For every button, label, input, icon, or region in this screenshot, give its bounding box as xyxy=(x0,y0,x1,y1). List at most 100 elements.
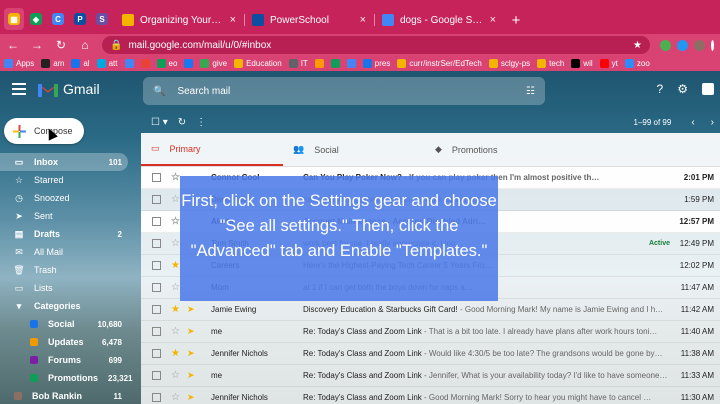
email-row[interactable]: ☆ ➤ Jennifer Nichols Re: Today's Class and … xyxy=(141,387,720,404)
bookmark-item[interactable] xyxy=(330,59,340,68)
pinned-tab[interactable]: ◈ xyxy=(26,8,46,30)
bookmark-item[interactable]: give xyxy=(200,59,227,68)
important-marker-icon[interactable]: ➤ xyxy=(187,304,197,315)
bookmark-item[interactable]: al xyxy=(71,59,90,68)
bookmark-item[interactable] xyxy=(184,59,194,68)
settings-gear-icon[interactable]: ⚙ xyxy=(677,82,688,96)
row-checkbox[interactable] xyxy=(152,173,161,182)
star-icon[interactable]: ☆ xyxy=(171,392,181,403)
bookmark-item[interactable]: wil xyxy=(571,59,593,68)
bookmark-item[interactable]: eo xyxy=(156,59,177,68)
browser-tab[interactable]: Organizing Your Google Life - Go × xyxy=(114,6,244,34)
star-icon[interactable]: ☆ xyxy=(171,370,181,381)
sidebar-item-promotions[interactable]: Promotions 23,321 xyxy=(0,369,132,387)
pinned-tab[interactable]: P xyxy=(70,8,90,30)
bookmark-item[interactable]: att xyxy=(96,59,118,68)
bookmark-item[interactable]: yt xyxy=(599,59,618,68)
tab-promotions[interactable]: ◆ Promotions xyxy=(425,133,567,166)
bookmark-item[interactable]: am xyxy=(41,59,64,68)
gmail-logo[interactable]: Gmail xyxy=(38,81,100,97)
help-icon[interactable]: ? xyxy=(657,82,664,96)
sidebar-item-forums[interactable]: Forums 699 xyxy=(0,351,128,369)
row-checkbox[interactable] xyxy=(152,327,161,336)
row-checkbox[interactable] xyxy=(152,371,161,380)
email-row[interactable]: ★ ➤ Jennifer Nichols Re: Today's Class and … xyxy=(141,343,720,365)
sidebar-item-bob-rankin[interactable]: Bob Rankin 11 xyxy=(0,387,128,404)
extension-icon[interactable] xyxy=(660,39,671,51)
main-menu-icon[interactable] xyxy=(12,83,26,95)
avatar[interactable] xyxy=(694,39,705,51)
sidebar-item-lists[interactable]: ▭ Lists xyxy=(0,279,128,297)
refresh-icon[interactable]: ↻ xyxy=(178,117,186,128)
bookmark-item[interactable]: sclgy-ps xyxy=(488,59,530,68)
back-icon[interactable]: ← xyxy=(6,38,20,52)
browser-tab[interactable]: dogs - Google Search × xyxy=(374,6,504,34)
email-row[interactable]: ☆ ➤ me Re: Today's Class and Zoom Link - Th… xyxy=(141,321,720,343)
row-checkbox[interactable] xyxy=(152,349,161,358)
bookmark-item[interactable] xyxy=(124,59,134,68)
star-icon[interactable]: ★ xyxy=(171,304,181,315)
star-icon[interactable]: ★ xyxy=(171,348,181,359)
pinned-tab[interactable]: C xyxy=(48,8,68,30)
sidebar-item-drafts[interactable]: ▤ Drafts 2 xyxy=(0,225,128,243)
important-marker-icon[interactable]: ➤ xyxy=(187,392,197,403)
new-tab-button[interactable]: + xyxy=(504,6,528,34)
address-bar[interactable]: 🔒 mail.google.com/mail/u/0/#inbox ★ xyxy=(102,36,650,54)
bookmark-item[interactable]: tech xyxy=(537,59,564,68)
row-checkbox[interactable] xyxy=(152,305,161,314)
prev-page-icon[interactable]: ‹ xyxy=(691,117,694,128)
tab-social[interactable]: 👥 Social xyxy=(283,133,425,166)
bookmark-item[interactable] xyxy=(346,59,356,68)
sidebar-item-sent[interactable]: ➤ Sent xyxy=(0,207,128,225)
email-row[interactable]: ★ ➤ Jamie Ewing Discovery Education & Starb… xyxy=(141,299,720,321)
search-options-icon[interactable]: ☷ xyxy=(526,86,535,97)
email-row[interactable]: ☆ ➤ me Re: Today's Class and Zoom Link - Je… xyxy=(141,365,720,387)
select-all-checkbox[interactable]: ☐ ▾ xyxy=(151,117,168,128)
sidebar-item-social[interactable]: Social 10,680 xyxy=(0,315,128,333)
bookmark-item[interactable] xyxy=(140,59,150,68)
row-checkbox[interactable] xyxy=(152,393,161,402)
sidebar-item-categories[interactable]: ▾ Categories xyxy=(0,297,128,315)
row-checkbox[interactable] xyxy=(152,261,161,270)
bookmark-item[interactable] xyxy=(314,59,324,68)
important-marker-icon[interactable]: ➤ xyxy=(187,370,197,381)
sidebar-item-all-mail[interactable]: ✉ All Mail xyxy=(0,243,128,261)
row-checkbox[interactable] xyxy=(152,283,161,292)
next-page-icon[interactable]: › xyxy=(711,117,714,128)
extension-icon[interactable] xyxy=(677,39,688,51)
menu-icon[interactable] xyxy=(711,39,714,51)
sidebar-item-updates[interactable]: Updates 6,478 xyxy=(0,333,128,351)
reload-icon[interactable]: ↻ xyxy=(54,38,68,52)
bookmark-star-icon[interactable]: ★ xyxy=(633,40,642,51)
row-checkbox[interactable] xyxy=(152,239,161,248)
tab-primary[interactable]: ▭ Primary xyxy=(141,133,283,166)
close-tab-icon[interactable]: × xyxy=(230,14,236,26)
important-marker-icon[interactable]: ➤ xyxy=(187,326,197,337)
star-icon[interactable]: ☆ xyxy=(171,326,181,337)
browser-tab[interactable]: PowerSchool × xyxy=(244,6,374,34)
row-checkbox[interactable] xyxy=(152,217,161,226)
close-tab-icon[interactable]: × xyxy=(490,14,496,26)
bookmark-item[interactable]: Apps xyxy=(4,59,34,68)
sidebar-item-snoozed[interactable]: ◷ Snoozed xyxy=(0,189,128,207)
important-marker-icon[interactable]: ➤ xyxy=(187,348,197,359)
home-icon[interactable]: ⌂ xyxy=(78,38,92,52)
forward-icon[interactable]: → xyxy=(30,38,44,52)
close-tab-icon[interactable]: × xyxy=(360,14,366,26)
bookmark-item[interactable]: curr/instrSer/EdTech xyxy=(397,59,482,68)
sidebar-item-starred[interactable]: ☆ Starred xyxy=(0,171,128,189)
more-icon[interactable]: ⋮ xyxy=(196,117,206,128)
search-bar[interactable]: 🔍 Search mail ☷ xyxy=(143,77,545,105)
pinned-tab[interactable]: S xyxy=(92,8,112,30)
apps-icon[interactable] xyxy=(702,83,714,95)
bookmark-item[interactable]: zoo xyxy=(624,59,650,68)
sidebar-item-inbox[interactable]: ▭ Inbox 101 xyxy=(0,153,128,171)
row-checkbox[interactable] xyxy=(152,195,161,204)
search-input[interactable]: Search mail xyxy=(177,86,514,97)
bookmark-item[interactable]: IT xyxy=(288,59,308,68)
sidebar-item-trash[interactable]: 🗑 Trash xyxy=(0,261,128,279)
bookmark-item[interactable]: pres xyxy=(362,59,390,68)
search-icon[interactable]: 🔍 xyxy=(153,86,165,97)
bookmark-item[interactable]: Education xyxy=(234,59,282,68)
pinned-tab[interactable]: ▦ xyxy=(4,8,24,30)
